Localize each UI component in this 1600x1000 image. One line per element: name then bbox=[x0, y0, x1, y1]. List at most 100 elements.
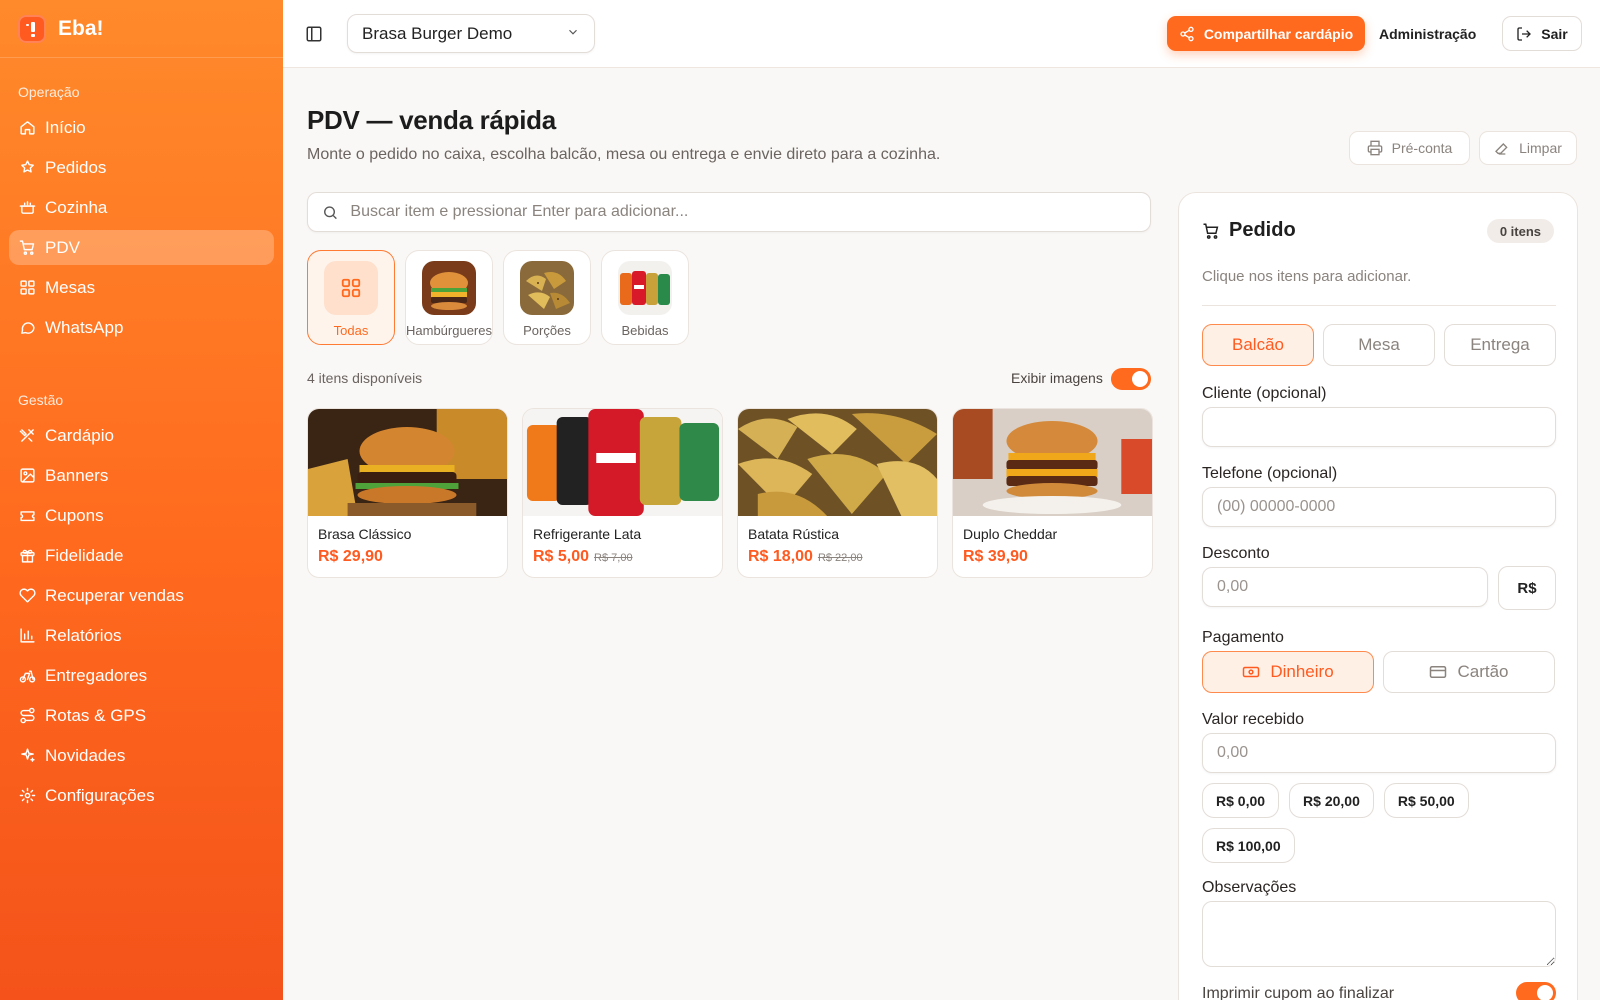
product-card[interactable]: Duplo Cheddar R$ 39,90 bbox=[952, 408, 1153, 578]
precount-label: Pré-conta bbox=[1391, 140, 1453, 156]
category-porcoes[interactable]: Porções bbox=[503, 250, 591, 345]
category-todas[interactable]: Todas bbox=[307, 250, 395, 345]
item-search[interactable] bbox=[307, 192, 1151, 232]
product-price-row: R$ 5,00 R$ 7,00 bbox=[533, 548, 722, 566]
bar-chart-icon bbox=[18, 627, 36, 645]
sidebar-item-novidades[interactable]: Novidades bbox=[9, 738, 274, 773]
discount-unit-button[interactable]: R$ bbox=[1498, 566, 1556, 610]
sparkles-icon bbox=[18, 747, 36, 765]
payment-cash-label: Dinheiro bbox=[1270, 662, 1334, 681]
product-card[interactable]: Batata Rústica R$ 18,00 R$ 22,00 bbox=[737, 408, 938, 578]
sidebar-item-label: Rotas & GPS bbox=[45, 705, 147, 725]
logout-button[interactable]: Sair bbox=[1502, 16, 1582, 51]
quick-value-button[interactable]: R$ 0,00 bbox=[1202, 783, 1280, 818]
toggle-knob bbox=[1537, 985, 1553, 1000]
cooking-pot-icon bbox=[18, 199, 36, 217]
printer-icon bbox=[1367, 140, 1382, 156]
discount-input[interactable] bbox=[1202, 567, 1488, 607]
sidebar-item-label: Mesas bbox=[45, 277, 96, 297]
heart-handshake-icon bbox=[18, 587, 36, 605]
available-count: 4 itens disponíveis bbox=[307, 370, 423, 386]
cart-icon bbox=[18, 239, 36, 257]
phone-input[interactable] bbox=[1202, 487, 1556, 527]
payment-card-button[interactable]: Cartão bbox=[1383, 651, 1555, 693]
quick-value-button[interactable]: R$ 50,00 bbox=[1383, 783, 1469, 818]
sidebar-item-mesas[interactable]: Mesas bbox=[9, 270, 274, 305]
logout-label: Sair bbox=[1541, 25, 1568, 42]
category-hamburgueres[interactable]: Hambúrgueres bbox=[405, 250, 493, 345]
product-old-price: R$ 7,00 bbox=[594, 552, 633, 564]
product-name: Refrigerante Lata bbox=[533, 526, 642, 542]
route-icon bbox=[18, 707, 36, 725]
sidebar-item-inicio[interactable]: Início bbox=[9, 110, 274, 145]
quick-value-button[interactable]: R$ 20,00 bbox=[1289, 783, 1374, 818]
divider bbox=[1202, 305, 1556, 306]
print-receipt-toggle[interactable] bbox=[1516, 982, 1556, 1000]
product-price: R$ 18,00 bbox=[748, 548, 813, 565]
print-receipt-label: Imprimir cupom ao finalizar bbox=[1202, 985, 1395, 1000]
sidebar-item-label: Configurações bbox=[45, 785, 155, 805]
sidebar-item-cardapio[interactable]: Cardápio bbox=[9, 418, 274, 453]
sidebar-toggle-button[interactable] bbox=[301, 21, 327, 47]
mode-entrega-button[interactable]: Entrega bbox=[1444, 324, 1556, 366]
settings-icon bbox=[18, 787, 36, 805]
category-bebidas[interactable]: Bebidas bbox=[601, 250, 689, 345]
double-cheddar-image bbox=[953, 409, 1152, 516]
product-card[interactable]: Brasa Clássico R$ 29,90 bbox=[307, 408, 508, 578]
product-name: Brasa Clássico bbox=[318, 526, 412, 542]
sidebar-item-fidelidade[interactable]: Fidelidade bbox=[9, 538, 274, 573]
sidebar-item-relatorios[interactable]: Relatórios bbox=[9, 618, 274, 653]
sidebar-item-cupons[interactable]: Cupons bbox=[9, 498, 274, 533]
toggle-knob bbox=[1132, 371, 1148, 387]
burger-thumbnail bbox=[422, 261, 476, 315]
sidebar-item-label: Cozinha bbox=[45, 197, 108, 217]
brand[interactable]: Eba! bbox=[0, 0, 283, 58]
show-images-label: Exibir imagens bbox=[1011, 370, 1103, 386]
sidebar-item-label: Recuperar vendas bbox=[45, 585, 184, 605]
credit-card-icon bbox=[1430, 666, 1447, 678]
topbar: Brasa Burger Demo Compartilhar cardápio … bbox=[283, 0, 1600, 68]
search-input[interactable] bbox=[350, 203, 1136, 221]
show-images-toggle[interactable] bbox=[1111, 368, 1151, 390]
cart-icon bbox=[1203, 223, 1219, 239]
order-hint: Clique nos itens para adicionar. bbox=[1202, 268, 1412, 285]
payment-cash-button[interactable]: Dinheiro bbox=[1202, 651, 1374, 693]
sidebar-item-banners[interactable]: Banners bbox=[9, 458, 274, 493]
received-input[interactable] bbox=[1202, 733, 1556, 773]
panel-left-icon bbox=[306, 26, 322, 42]
store-select[interactable]: Brasa Burger Demo bbox=[347, 14, 595, 53]
mode-mesa-button[interactable]: Mesa bbox=[1323, 324, 1435, 366]
product-price-row: R$ 18,00 R$ 22,00 bbox=[748, 548, 937, 566]
admin-link[interactable]: Administração bbox=[1379, 16, 1476, 51]
sidebar-item-rotas-gps[interactable]: Rotas & GPS bbox=[9, 698, 274, 733]
sidebar-item-pdv[interactable]: PDV bbox=[9, 230, 274, 265]
sidebar-item-recuperar-vendas[interactable]: Recuperar vendas bbox=[9, 578, 274, 613]
quick-values: R$ 0,00 R$ 20,00 R$ 50,00 R$ 100,00 bbox=[1202, 783, 1556, 863]
quick-value-button[interactable]: R$ 100,00 bbox=[1202, 828, 1295, 863]
product-grid: Brasa Clássico R$ 29,90 Refrigerante Lat… bbox=[307, 408, 1153, 578]
discount-label: Desconto bbox=[1202, 545, 1270, 562]
sidebar-item-entregadores[interactable]: Entregadores bbox=[9, 658, 274, 693]
precount-button[interactable]: Pré-conta bbox=[1349, 131, 1470, 165]
product-name: Duplo Cheddar bbox=[963, 526, 1058, 542]
product-card[interactable]: Refrigerante Lata R$ 5,00 R$ 7,00 bbox=[522, 408, 723, 578]
eraser-icon bbox=[1495, 143, 1508, 155]
sidebar-item-whatsapp[interactable]: WhatsApp bbox=[9, 310, 274, 345]
product-price-row: R$ 39,90 bbox=[963, 548, 1152, 566]
clear-button[interactable]: Limpar bbox=[1479, 131, 1577, 165]
sidebar-item-label: Cardápio bbox=[45, 425, 114, 445]
sidebar-item-pedidos[interactable]: Pedidos bbox=[9, 150, 274, 185]
product-name: Batata Rústica bbox=[748, 526, 840, 542]
sidebar-item-label: PDV bbox=[45, 237, 80, 257]
mode-balcao-button[interactable]: Balcão bbox=[1202, 324, 1314, 366]
sidebar-item-configuracoes[interactable]: Configurações bbox=[9, 778, 274, 813]
bike-icon bbox=[18, 667, 36, 685]
share-icon bbox=[1180, 26, 1194, 41]
share-menu-button[interactable]: Compartilhar cardápio bbox=[1167, 16, 1365, 51]
customer-input[interactable] bbox=[1202, 407, 1556, 447]
phone-label: Telefone (opcional) bbox=[1202, 465, 1338, 482]
sidebar-item-cozinha[interactable]: Cozinha bbox=[9, 190, 274, 225]
burger-image bbox=[308, 409, 507, 516]
notes-textarea[interactable] bbox=[1202, 901, 1556, 967]
category-filter: Todas Hambúrgueres Porções Bebidas bbox=[307, 250, 689, 345]
